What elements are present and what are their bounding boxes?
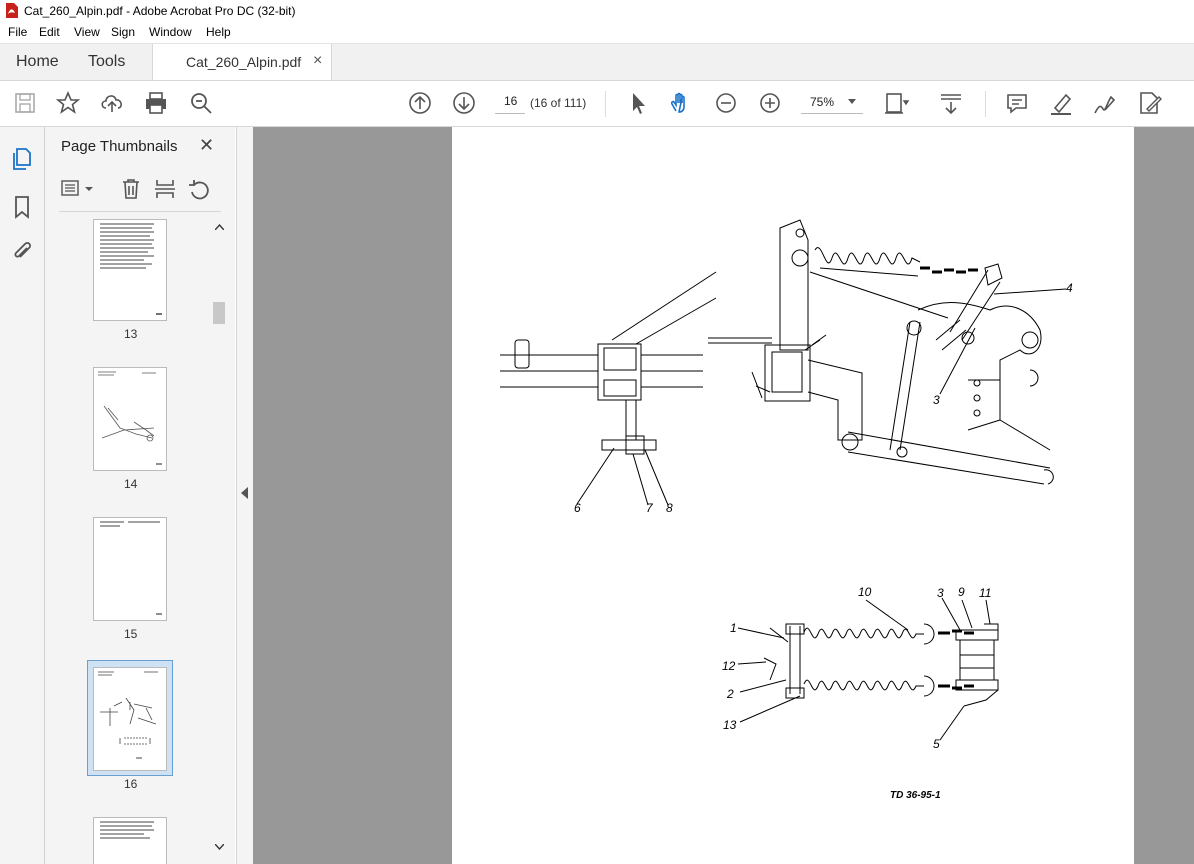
zoom-in-icon[interactable] — [756, 89, 784, 117]
tab-bar: Home Tools Cat_260_Alpin.pdf × — [0, 44, 1194, 81]
page-number-input[interactable]: 16 — [495, 91, 525, 114]
thumbnail-page-image — [100, 521, 162, 615]
callout-label: 9 — [958, 585, 965, 599]
document-viewer[interactable]: 1 2 3 4 5 6 7 8 9 10 11 12 13 3 TD 36-95… — [253, 127, 1194, 864]
title-bar: Cat_260_Alpin.pdf - Adobe Acrobat Pro DC… — [0, 0, 1194, 22]
drawing-spring — [814, 247, 921, 265]
zoom-value: 75% — [810, 95, 835, 109]
extract-pages-icon[interactable] — [154, 178, 176, 200]
drawing-spring — [803, 679, 924, 691]
page-fit-icon[interactable] — [882, 89, 910, 117]
callout-label: 13 — [723, 718, 737, 732]
tab-document-label: Cat_260_Alpin.pdf — [186, 54, 302, 70]
upload-icon[interactable] — [98, 89, 126, 117]
tab-home[interactable]: Home — [16, 53, 59, 71]
page-down-icon[interactable] — [450, 89, 478, 117]
thumbnail-list: 13 14 15 16 — [45, 219, 210, 864]
menu-sign[interactable]: Sign — [111, 25, 135, 39]
page-thumbnails-icon[interactable] — [12, 147, 34, 171]
thumbnail-options-icon[interactable] — [61, 179, 97, 199]
scroll-thumb[interactable] — [213, 302, 225, 324]
select-cursor-icon[interactable] — [624, 89, 652, 117]
toolbar-divider — [985, 91, 986, 117]
attachment-icon[interactable] — [11, 240, 33, 264]
pdf-page: 1 2 3 4 5 6 7 8 9 10 11 12 13 3 TD 36-95… — [452, 127, 1134, 864]
search-zoom-icon[interactable] — [187, 89, 215, 117]
panel-divider — [59, 211, 221, 212]
callout-label: 8 — [666, 501, 673, 515]
callout-label: 12 — [722, 659, 736, 673]
tab-close-icon[interactable]: × — [313, 52, 322, 70]
callout-label: 7 — [646, 501, 654, 515]
thumbnail-scrollbar[interactable] — [212, 222, 226, 862]
thumbnail-page-15[interactable] — [93, 517, 167, 621]
callout-label: 4 — [1066, 281, 1073, 295]
menu-bar: File Edit View Sign Window Help — [0, 22, 1194, 44]
tab-document[interactable]: Cat_260_Alpin.pdf × — [152, 44, 332, 80]
callout-label: 11 — [979, 586, 991, 600]
page-count: (16 of 111) — [530, 96, 587, 110]
edit-icon[interactable] — [1135, 89, 1163, 117]
callout-label: 6 — [574, 501, 581, 515]
tab-tools[interactable]: Tools — [88, 53, 125, 71]
collapse-arrow-icon[interactable] — [241, 487, 248, 499]
callout-label: 10 — [858, 585, 872, 599]
callout-label: 2 — [726, 687, 734, 701]
sign-icon[interactable] — [1091, 89, 1119, 117]
highlight-icon[interactable] — [1047, 89, 1075, 117]
pdf-file-icon — [6, 3, 18, 18]
star-icon[interactable] — [54, 89, 82, 117]
scroll-up-icon[interactable] — [215, 224, 224, 230]
comment-icon[interactable] — [1003, 89, 1031, 117]
toolbar: 16 (16 of 111) 75% — [0, 81, 1194, 127]
drawing-bar — [500, 354, 703, 388]
thumbnail-page-image — [98, 671, 158, 759]
panel-title: Page Thumbnails — [61, 138, 178, 155]
window-title: Cat_260_Alpin.pdf - Adobe Acrobat Pro DC… — [24, 4, 296, 18]
drawing-callouts: 1 2 3 4 5 6 7 8 9 10 11 12 13 3 TD 36-95… — [574, 281, 1073, 801]
zoom-select[interactable]: 75% — [801, 91, 863, 114]
thumbnail-page-image — [98, 371, 162, 465]
menu-file[interactable]: File — [8, 25, 27, 39]
page-number-value: 16 — [504, 94, 518, 108]
technical-drawing: 1 2 3 4 5 6 7 8 9 10 11 12 13 3 TD 36-95… — [500, 219, 1073, 801]
hand-icon[interactable] — [667, 89, 695, 117]
callout-label: 3 — [937, 586, 944, 600]
thumbnail-page-14[interactable] — [93, 367, 167, 471]
menu-view[interactable]: View — [74, 25, 100, 39]
panel-collapse-bar[interactable] — [236, 127, 253, 864]
thumbnail-page-image — [100, 223, 162, 315]
thumbnail-label: 15 — [124, 627, 138, 641]
rotate-icon[interactable] — [188, 178, 210, 200]
menu-window[interactable]: Window — [149, 25, 192, 39]
print-icon[interactable] — [142, 89, 170, 117]
scroll-down-icon[interactable] — [215, 844, 224, 850]
left-rail — [0, 127, 45, 864]
thumbnail-page-17[interactable] — [93, 817, 167, 864]
page-up-icon[interactable] — [406, 89, 434, 117]
save-icon[interactable] — [11, 89, 39, 117]
delete-icon[interactable] — [121, 178, 141, 200]
zoom-dropdown-icon — [848, 99, 856, 104]
thumbnail-label: 13 — [124, 327, 138, 341]
menu-help[interactable]: Help — [206, 25, 231, 39]
callout-label: 3 — [933, 393, 940, 407]
drawing-reference: TD 36-95-1 — [890, 790, 941, 801]
thumbnail-label: 14 — [124, 477, 138, 491]
menu-edit[interactable]: Edit — [39, 25, 60, 39]
callout-label: 1 — [730, 621, 737, 635]
callout-label: 5 — [933, 737, 940, 751]
panel-close-icon[interactable]: ✕ — [199, 135, 214, 156]
drawing-spring — [803, 627, 924, 639]
thumbnail-page-13[interactable] — [93, 219, 167, 321]
thumbnail-label: 16 — [124, 777, 138, 791]
toolbar-divider — [605, 91, 606, 117]
thumbnail-page-16[interactable] — [93, 667, 167, 771]
bookmark-icon[interactable] — [13, 195, 31, 219]
thumbnail-page-image — [100, 821, 154, 839]
zoom-out-icon[interactable] — [712, 89, 740, 117]
scroll-mode-icon[interactable] — [937, 89, 965, 117]
thumbnails-panel: Page Thumbnails ✕ 13 14 15 16 — [45, 127, 235, 864]
